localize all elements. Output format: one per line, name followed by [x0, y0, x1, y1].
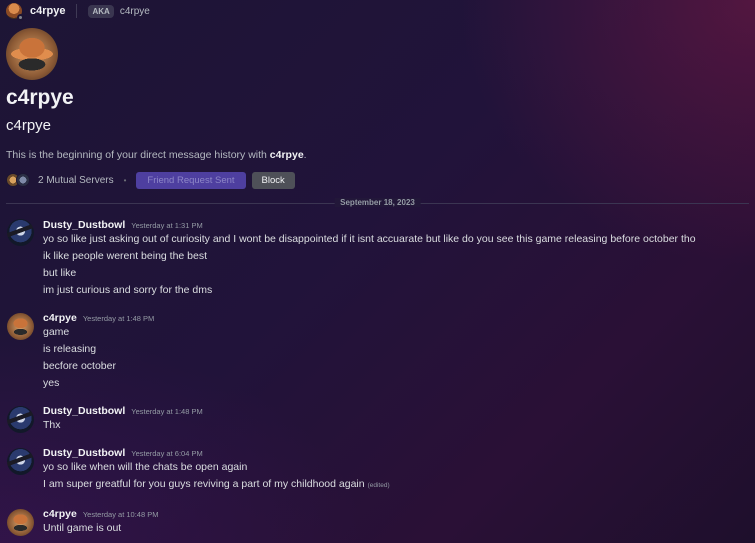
message-author[interactable]: c4rpye — [43, 508, 77, 520]
message-text: im just curious and sorry for the dms — [43, 284, 213, 296]
message-text: I am super greatful for you guys revivin… — [43, 478, 365, 490]
message-author[interactable]: c4rpye — [43, 312, 77, 324]
mutual-servers-link[interactable]: 2 Mutual Servers — [38, 175, 114, 186]
message-timestamp: Yesterday at 10:48 PM — [82, 510, 159, 519]
profile-avatar[interactable] — [6, 28, 58, 80]
intro-prefix: This is the beginning of your direct mes… — [6, 149, 270, 161]
user-avatar[interactable] — [7, 509, 34, 536]
dm-intro-text: This is the beginning of your direct mes… — [6, 149, 307, 161]
user-avatar[interactable] — [7, 313, 34, 340]
message-text: ik like people werent being the best — [43, 250, 208, 262]
user-avatar[interactable] — [7, 406, 34, 433]
message-header: Dusty_Dustbowl Yesterday at 1:48 PM — [43, 405, 203, 417]
message-author[interactable]: Dusty_Dustbowl — [43, 219, 125, 231]
message-timestamp: Yesterday at 6:04 PM — [131, 449, 203, 458]
user-avatar[interactable] — [7, 448, 34, 475]
message-text: but like — [43, 267, 77, 279]
mutual-server-icon[interactable] — [16, 173, 30, 187]
intro-suffix: . — [303, 149, 307, 161]
header-username[interactable]: c4rpye — [30, 5, 65, 17]
aka-badge: AKA — [88, 4, 114, 18]
block-button[interactable]: Block — [251, 171, 295, 189]
dm-channel: c4rpye AKA c4rpye c4rpye c4rpye This is … — [0, 0, 755, 543]
intro-name: c4rpye — [269, 149, 304, 161]
message-text: Thx — [43, 419, 61, 431]
message-text: is releasing — [43, 343, 97, 355]
message-text: yes — [43, 377, 60, 389]
message-timestamp: Yesterday at 1:48 PM — [82, 314, 155, 323]
friend-request-sent-button[interactable]: Friend Request Sent — [136, 171, 246, 189]
profile-actions: 2 Mutual Servers • Friend Request Sent B… — [6, 171, 295, 189]
message-header: Dusty_Dustbowl Yesterday at 6:04 PM — [43, 447, 203, 459]
user-avatar[interactable] — [7, 219, 34, 246]
message-text: Until game is out — [43, 522, 122, 534]
header-avatar[interactable] — [6, 3, 24, 21]
message-timestamp: Yesterday at 1:31 PM — [131, 221, 203, 230]
status-offline-icon — [17, 14, 24, 21]
message-header: c4rpye Yesterday at 10:48 PM — [43, 508, 158, 520]
profile-display-name: c4rpye — [6, 86, 74, 109]
message-author[interactable]: Dusty_Dustbowl — [43, 447, 125, 459]
date-divider-label: September 18, 2023 — [334, 198, 421, 207]
edited-label: (edited) — [367, 482, 390, 489]
message-text: yo so like just asking out of curiosity … — [43, 233, 696, 245]
channel-header: c4rpye AKA c4rpye — [0, 0, 755, 22]
message-header: c4rpye Yesterday at 1:48 PM — [43, 312, 154, 324]
message-timestamp: Yesterday at 1:48 PM — [131, 407, 203, 416]
message-text: game — [43, 326, 70, 338]
separator-dot: • — [123, 175, 127, 185]
header-divider — [76, 4, 78, 18]
message-text: yo so like when will the chats be open a… — [43, 461, 248, 473]
message-author[interactable]: Dusty_Dustbowl — [43, 405, 125, 417]
message-text-edited: I am super greatful for you guys revivin… — [43, 478, 390, 490]
message-header: Dusty_Dustbowl Yesterday at 1:31 PM — [43, 219, 203, 231]
message-text: becfore october — [43, 360, 116, 372]
aka-name: c4rpye — [119, 5, 150, 17]
profile-username: c4rpye — [6, 117, 52, 134]
